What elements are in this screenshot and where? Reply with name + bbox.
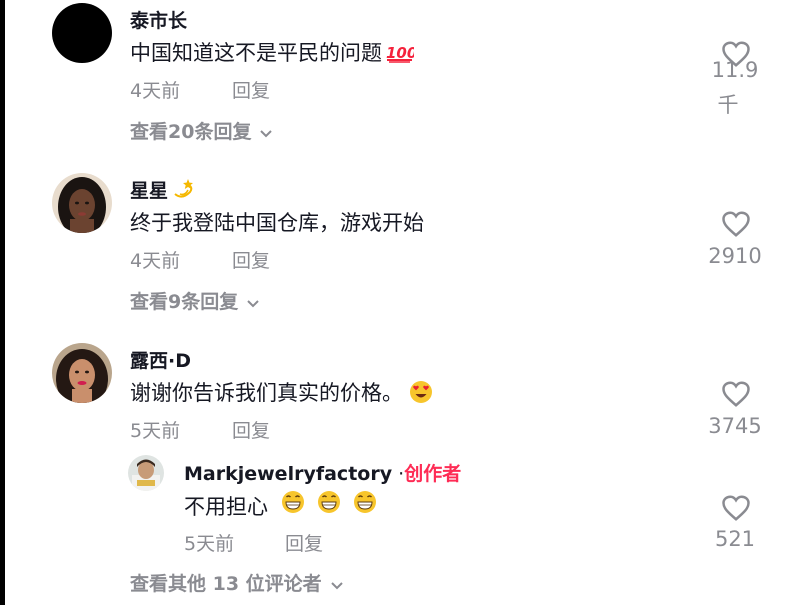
- comment-time: 4天前: [130, 250, 181, 272]
- like-count: 11.9: [711, 58, 759, 82]
- view-more-comments-label: 查看其他 13 位评论者: [130, 573, 322, 595]
- comment-text: 谢谢你告诉我们真实的价格。: [130, 381, 403, 405]
- creator-badge: 创作者: [404, 463, 462, 485]
- dizzy-star-emoji-icon: [172, 178, 196, 205]
- reply-button[interactable]: 回复: [232, 246, 270, 273]
- heart-icon[interactable]: [721, 380, 751, 408]
- comment-username-row: 星星: [130, 176, 196, 205]
- view-replies-button[interactable]: 查看9条回复: [130, 287, 260, 314]
- screen-edge: [0, 0, 5, 605]
- like-count: 3745: [708, 414, 762, 438]
- heart-icon[interactable]: [721, 494, 751, 522]
- comment-time: 4天前: [130, 80, 181, 102]
- heart-eyes-emoji-icon: [409, 380, 433, 409]
- reply-username[interactable]: Markjewelryfactory: [184, 463, 392, 485]
- avatar[interactable]: [52, 3, 112, 63]
- comment-username[interactable]: 泰市长: [130, 6, 187, 33]
- like-count: 2910: [708, 244, 762, 268]
- avatar[interactable]: [52, 343, 112, 403]
- comment-text-row: 中国知道这不是平民的问题 100: [130, 37, 417, 68]
- view-replies-label: 查看9条回复: [130, 291, 239, 313]
- separator-dot: ·: [392, 463, 405, 485]
- reply-text: 不用担心: [184, 495, 268, 519]
- avatar[interactable]: [128, 455, 164, 491]
- reply-button[interactable]: 回复: [232, 416, 270, 443]
- view-replies-label: 查看20条回复: [130, 121, 252, 143]
- chevron-down-icon: [330, 574, 344, 596]
- reply-button[interactable]: 回复: [285, 529, 323, 556]
- view-more-comments-button[interactable]: 查看其他 13 位评论者: [130, 569, 344, 596]
- reply-username-row: Markjewelryfactory ·创作者: [184, 459, 461, 486]
- like-count-unit: 千: [717, 93, 739, 117]
- reply-button[interactable]: 回复: [232, 76, 270, 103]
- reply-text-row: 不用担心: [184, 490, 381, 521]
- reply-time: 5天前: [184, 533, 235, 555]
- comment-username[interactable]: 露西·D: [130, 346, 191, 373]
- comment-text: 终于我登陆中国仓库，游戏开始: [130, 211, 424, 235]
- heart-icon[interactable]: [721, 210, 751, 238]
- comment-text: 中国知道这不是平民的问题: [130, 41, 382, 65]
- comment-time: 5天前: [130, 420, 181, 442]
- chevron-down-icon: [246, 292, 260, 314]
- like-count: 521: [714, 527, 756, 551]
- view-replies-button[interactable]: 查看20条回复: [130, 117, 273, 144]
- comment-text-row: 谢谢你告诉我们真实的价格。: [130, 377, 433, 409]
- comment-username[interactable]: 星星: [130, 180, 168, 202]
- hundred-points-emoji-icon: 100: [386, 41, 417, 68]
- avatar[interactable]: [52, 173, 112, 233]
- chevron-down-icon: [259, 122, 273, 144]
- grinning-emoji-icons: [274, 491, 381, 519]
